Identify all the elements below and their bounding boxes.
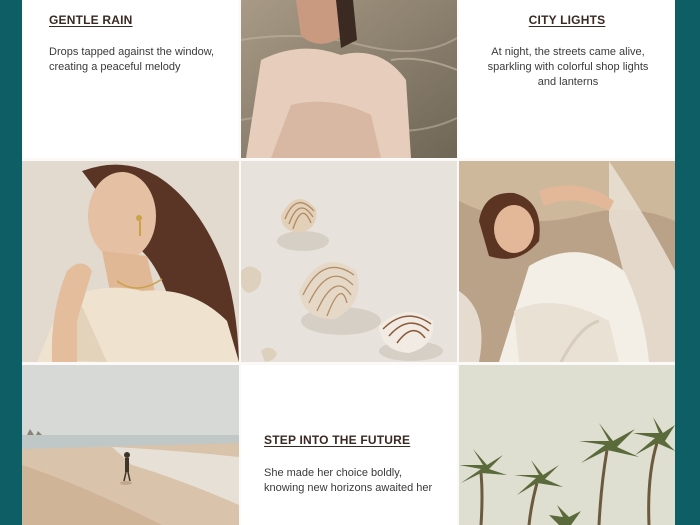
woman-in-surf-photo bbox=[459, 161, 675, 362]
card-title-step-into-the-future[interactable]: STEP INTO THE FUTURE bbox=[264, 433, 410, 447]
card-city-lights: CITY LIGHTS At night, the streets came a… bbox=[459, 0, 675, 158]
card-title-gentle-rain[interactable]: GENTLE RAIN bbox=[49, 13, 133, 27]
woman-portrait-photo bbox=[22, 161, 239, 362]
seashells-photo bbox=[241, 161, 457, 362]
gallery-grid: GENTLE RAIN Drops tapped against the win… bbox=[22, 0, 675, 525]
palm-trees-photo bbox=[459, 365, 675, 525]
woman-in-water-photo bbox=[241, 0, 457, 158]
card-title-city-lights[interactable]: CITY LIGHTS bbox=[459, 13, 675, 27]
card-description-city-lights: At night, the streets came alive, sparkl… bbox=[487, 46, 649, 88]
card-description-step-into-the-future: She made her choice boldly, knowing new … bbox=[264, 467, 433, 494]
card-description-gentle-rain: Drops tapped against the window, creatin… bbox=[49, 46, 215, 73]
beach-walker-photo bbox=[22, 365, 239, 525]
card-gentle-rain: GENTLE RAIN Drops tapped against the win… bbox=[22, 0, 239, 158]
card-step-into-the-future: STEP INTO THE FUTURE She made her choice… bbox=[241, 365, 457, 525]
